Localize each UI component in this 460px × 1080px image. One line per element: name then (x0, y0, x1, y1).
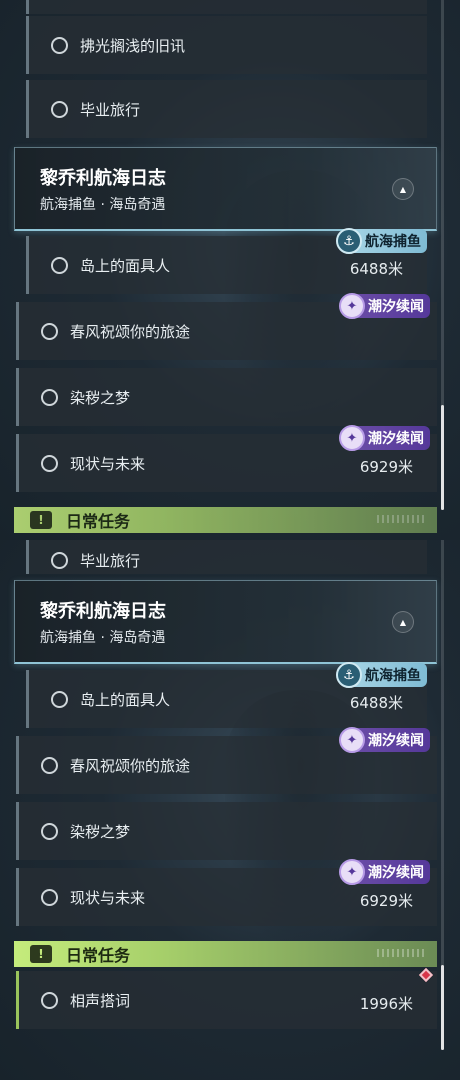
chevron-up-icon[interactable]: ▲ (392, 611, 414, 633)
tide-badge: ✦ 潮汐续闻 (339, 859, 430, 885)
quest-group-header[interactable]: 黎乔利航海日志 航海捕鱼 · 海岛奇遇 ▲ (14, 147, 437, 231)
quest-row[interactable]: 毕业旅行 (26, 540, 427, 574)
quest-status-circle-icon (51, 690, 68, 708)
quest-name: 相声搭词 (70, 991, 131, 1010)
quest-name: 岛上的面具人 (80, 690, 171, 709)
quest-status-circle-icon (41, 322, 58, 340)
daily-quests-title: 日常任务 (66, 512, 131, 531)
quest-status-circle-icon (41, 388, 58, 406)
fishing-badge: ⚓ 航海捕鱼 (336, 662, 427, 688)
decorative-stripes (377, 949, 427, 957)
badge-label: 航海捕鱼 (365, 234, 421, 250)
quest-row[interactable]: 染秽之梦 (16, 368, 437, 426)
chevron-up-icon[interactable]: ▲ (392, 178, 414, 200)
quest-name: 现状与未来 (70, 888, 146, 907)
tide-icon: ✦ (339, 425, 365, 451)
quest-name: 染秽之梦 (70, 822, 131, 841)
quest-distance: 6488米 (349, 694, 403, 712)
scrollbar-thumb[interactable] (441, 405, 444, 510)
tide-icon: ✦ (339, 293, 365, 319)
quest-status-circle-icon (41, 454, 58, 472)
badge-label: 潮汐续闻 (368, 865, 424, 881)
quest-status-circle-icon (51, 256, 68, 274)
quest-status-circle-icon (41, 991, 58, 1009)
quest-row[interactable]: 毕业旅行 (26, 80, 427, 138)
exclamation-icon: ! (30, 511, 52, 529)
tide-badge: ✦ 潮汐续闻 (339, 727, 430, 753)
daily-quest-row[interactable]: 相声搭词 1996米 (16, 971, 437, 1029)
quest-distance: 1996米 (359, 995, 413, 1013)
quest-status-circle-icon (51, 551, 68, 569)
quest-name: 毕业旅行 (80, 551, 141, 570)
daily-quests-header[interactable]: ! 日常任务 (14, 941, 437, 967)
decorative-stripes (377, 515, 427, 523)
fishing-badge: ⚓ 航海捕鱼 (336, 228, 427, 254)
badge-label: 潮汐续闻 (368, 299, 424, 315)
tide-badge: ✦ 潮汐续闻 (339, 425, 430, 451)
daily-quests-title: 日常任务 (66, 946, 131, 965)
quest-row[interactable]: 拂光搁浅的旧讯 (26, 16, 427, 74)
fish-icon: ⚓ (336, 662, 362, 688)
badge-label: 航海捕鱼 (365, 668, 421, 684)
quest-group-title: 黎乔利航海日志 (40, 601, 166, 622)
quest-name: 春风祝颂你的旅途 (70, 322, 191, 341)
scrollbar-thumb[interactable] (441, 965, 444, 1050)
quest-status-circle-icon (51, 100, 68, 118)
quest-name: 春风祝颂你的旅途 (70, 756, 191, 775)
quest-distance: 6929米 (359, 458, 413, 476)
quest-group-title: 黎乔利航海日志 (40, 168, 166, 189)
quest-status-circle-icon (51, 36, 68, 54)
quest-panel-screen-2: 毕业旅行 黎乔利航海日志 航海捕鱼 · 海岛奇遇 ▲ 岛上的面具人 6488米 … (0, 540, 460, 1080)
quest-panel-screen-1: 拂光搁浅的旧讯 毕业旅行 黎乔利航海日志 航海捕鱼 · 海岛奇遇 ▲ 岛上的面具… (0, 0, 460, 540)
tide-icon: ✦ (339, 727, 365, 753)
exclamation-icon: ! (30, 945, 52, 963)
quest-group-header[interactable]: 黎乔利航海日志 航海捕鱼 · 海岛奇遇 ▲ (14, 580, 437, 664)
quest-name: 拂光搁浅的旧讯 (80, 36, 186, 55)
quest-status-circle-icon (41, 756, 58, 774)
tide-badge: ✦ 潮汐续闻 (339, 293, 430, 319)
quest-group-subtitle: 航海捕鱼 · 海岛奇遇 (40, 197, 166, 213)
badge-label: 潮汐续闻 (368, 431, 424, 447)
quest-name: 现状与未来 (70, 454, 146, 473)
fish-icon: ⚓ (336, 228, 362, 254)
quest-name: 毕业旅行 (80, 100, 141, 119)
quest-group-subtitle: 航海捕鱼 · 海岛奇遇 (40, 630, 166, 646)
quest-row[interactable]: 染秽之梦 (16, 802, 437, 860)
quest-row-cut (26, 0, 427, 14)
quest-status-circle-icon (41, 888, 58, 906)
quest-name: 岛上的面具人 (80, 256, 171, 275)
tide-icon: ✦ (339, 859, 365, 885)
quest-status-circle-icon (41, 822, 58, 840)
daily-quests-header[interactable]: ! 日常任务 (14, 507, 437, 533)
quest-distance: 6488米 (349, 260, 403, 278)
badge-label: 潮汐续闻 (368, 733, 424, 749)
quest-name: 染秽之梦 (70, 388, 131, 407)
quest-distance: 6929米 (359, 892, 413, 910)
